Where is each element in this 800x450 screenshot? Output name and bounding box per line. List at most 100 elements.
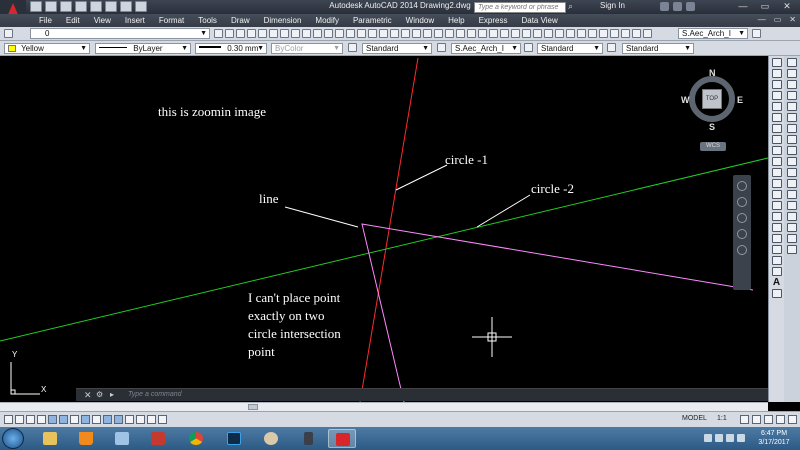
annotation-monitor-icon[interactable] (158, 415, 167, 424)
inspection-icon[interactable] (643, 29, 652, 38)
rectangle-icon[interactable] (771, 102, 782, 111)
multileader-style-icon[interactable] (607, 43, 616, 52)
layer-isolate-icon[interactable] (258, 29, 267, 38)
dim-space-icon[interactable] (599, 29, 608, 38)
dim-linear-icon[interactable] (478, 29, 487, 38)
trim-icon[interactable] (379, 29, 388, 38)
menu-dimension[interactable]: Dimension (257, 15, 309, 26)
zoom-extents-icon[interactable] (737, 213, 747, 223)
dim-aligned-icon[interactable] (489, 29, 498, 38)
help-icon[interactable] (686, 2, 695, 11)
circle-2-arc[interactable] (0, 157, 768, 342)
explode-tool-icon[interactable] (787, 245, 797, 254)
text-style-icon[interactable] (348, 43, 357, 52)
text-style-dropdown[interactable]: Standard ▼ (362, 43, 432, 54)
drawn-line[interactable] (361, 223, 754, 402)
hatch-icon[interactable] (771, 212, 782, 221)
annotation-scale[interactable]: 1:1 (717, 415, 727, 422)
exchange-icon[interactable] (660, 2, 669, 11)
rotate-icon[interactable] (324, 29, 333, 38)
horizontal-scrollbar[interactable] (0, 402, 768, 411)
table-icon[interactable] (771, 245, 782, 254)
multiline-text-icon[interactable]: A (772, 278, 782, 288)
menu-tools[interactable]: Tools (191, 15, 224, 26)
viewcube-top-face[interactable]: TOP (702, 89, 722, 109)
pan-icon[interactable] (737, 197, 747, 207)
ortho-mode-icon[interactable] (37, 415, 46, 424)
layer-previous-icon[interactable] (225, 29, 234, 38)
menu-insert[interactable]: Insert (118, 15, 152, 26)
trim-tool-icon[interactable] (787, 157, 797, 166)
array-tool-icon[interactable] (787, 102, 797, 111)
toolbar-lock-icon[interactable] (752, 415, 761, 424)
circle-icon[interactable] (771, 124, 782, 133)
wrench-icon[interactable]: ⚙ (96, 390, 103, 399)
boundary-icon[interactable] (771, 256, 782, 265)
dim-style-icon[interactable] (437, 43, 446, 52)
dim-jogged-icon[interactable] (533, 29, 542, 38)
wcs-menu-button[interactable]: WCS (700, 142, 726, 151)
infer-constraints-icon[interactable] (4, 415, 13, 424)
taskbar-chrome[interactable] (182, 429, 210, 448)
dim-style-dropdown-top[interactable]: S.Aec_Arch_I ▼ (678, 28, 748, 39)
dynamic-ucs-icon[interactable] (92, 415, 101, 424)
chamfer-icon[interactable] (423, 29, 432, 38)
taskbar-media[interactable] (144, 429, 172, 448)
mirror-icon[interactable] (346, 29, 355, 38)
taskbar-phone[interactable] (294, 429, 322, 448)
autodesk-360-icon[interactable] (673, 2, 682, 11)
revision-cloud-icon[interactable] (771, 135, 782, 144)
menu-draw[interactable]: Draw (224, 15, 257, 26)
polar-tracking-icon[interactable] (48, 415, 57, 424)
menu-edit[interactable]: Edit (59, 15, 87, 26)
battery-icon[interactable] (737, 434, 745, 442)
fillet-icon[interactable] (434, 29, 443, 38)
doc-minimize-button[interactable]: — (758, 15, 766, 24)
chamfer-tool-icon[interactable] (787, 212, 797, 221)
quick-dim-icon[interactable] (566, 29, 575, 38)
layer-lock-icon[interactable] (291, 29, 300, 38)
layer-off-icon[interactable] (269, 29, 278, 38)
layer-freeze-icon[interactable] (280, 29, 289, 38)
match-layer-icon[interactable] (247, 29, 256, 38)
scrollbar-thumb[interactable] (248, 404, 258, 410)
maximize-button[interactable]: ▭ (754, 0, 776, 12)
table-style-icon[interactable] (524, 43, 533, 52)
menu-format[interactable]: Format (152, 15, 191, 26)
model-space-canvas[interactable]: this is zoomin image circle -1 circle -2… (0, 56, 768, 402)
construction-line-icon[interactable] (771, 69, 782, 78)
close-button[interactable]: ✕ (776, 0, 798, 12)
volume-icon[interactable] (726, 434, 734, 442)
stretch-icon[interactable] (467, 29, 476, 38)
offset-icon[interactable] (357, 29, 366, 38)
steering-wheel-icon[interactable] (737, 181, 747, 191)
taskbar-photoshop[interactable] (220, 429, 248, 448)
scale-icon[interactable] (335, 29, 344, 38)
point-icon[interactable] (771, 201, 782, 210)
insert-block-icon[interactable] (771, 179, 782, 188)
command-input[interactable]: Type a command (128, 391, 182, 398)
compass-north[interactable]: N (709, 68, 716, 78)
ellipse-arc-icon[interactable] (771, 168, 782, 177)
dim-angular-icon[interactable] (555, 29, 564, 38)
gradient-icon[interactable] (771, 223, 782, 232)
fillet-tool-icon[interactable] (787, 223, 797, 232)
region-icon[interactable] (771, 234, 782, 243)
erase-icon[interactable] (456, 29, 465, 38)
workspace-switching-icon[interactable] (740, 415, 749, 424)
extend-tool-icon[interactable] (787, 168, 797, 177)
break-tool-icon[interactable] (787, 190, 797, 199)
menu-file[interactable]: File (32, 15, 59, 26)
scale-tool-icon[interactable] (787, 135, 797, 144)
taskbar-network[interactable] (108, 429, 136, 448)
move-tool-icon[interactable] (787, 113, 797, 122)
showmotion-icon[interactable] (737, 245, 747, 255)
compass-east[interactable]: E (737, 95, 743, 105)
show-hidden-icons-icon[interactable] (704, 434, 712, 442)
compass-south[interactable]: S (709, 122, 715, 132)
doc-close-button[interactable]: ✕ (789, 15, 796, 24)
dim-continue-icon[interactable] (588, 29, 597, 38)
color-dropdown[interactable]: Yellow ▼ (4, 43, 90, 54)
snap-mode-icon[interactable] (15, 415, 24, 424)
dim-break-icon[interactable] (610, 29, 619, 38)
